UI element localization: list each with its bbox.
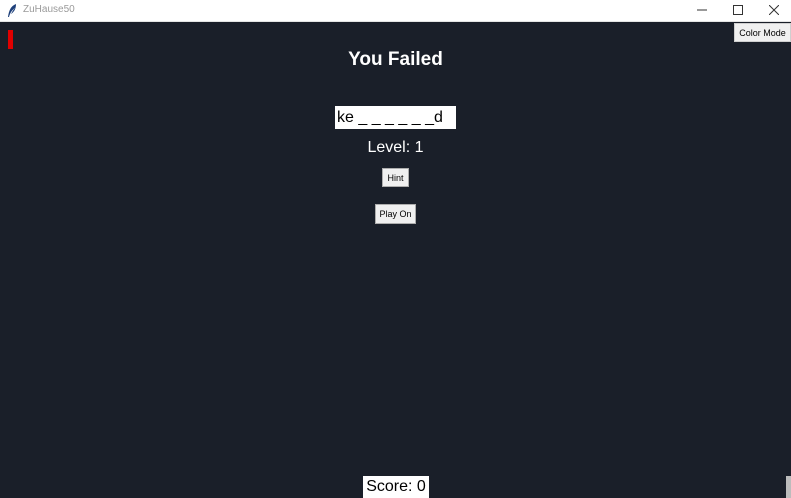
minimize-icon bbox=[697, 2, 707, 20]
close-button[interactable] bbox=[756, 0, 791, 21]
maximize-icon bbox=[733, 2, 743, 20]
feather-icon bbox=[6, 3, 18, 18]
minimize-button[interactable] bbox=[684, 0, 720, 21]
word-display: ke _ _ _ _ _ _d bbox=[335, 106, 456, 129]
level-label: Level: 1 bbox=[367, 139, 424, 156]
close-icon bbox=[768, 2, 780, 20]
score-label: Score: 0 bbox=[363, 476, 429, 498]
play-on-button[interactable]: Play On bbox=[375, 204, 416, 224]
hint-button[interactable]: Hint bbox=[382, 168, 409, 187]
status-heading: You Failed bbox=[348, 49, 443, 70]
window-title: ZuHause50 bbox=[23, 4, 75, 15]
title-bar: ZuHause50 bbox=[0, 0, 791, 22]
status-marker bbox=[8, 30, 13, 49]
app-window: ZuHause50 Color Mode You Failed ke _ _ _… bbox=[0, 0, 791, 498]
maximize-button[interactable] bbox=[720, 0, 756, 21]
resize-grip[interactable] bbox=[786, 476, 791, 498]
color-mode-button[interactable]: Color Mode bbox=[734, 23, 791, 42]
